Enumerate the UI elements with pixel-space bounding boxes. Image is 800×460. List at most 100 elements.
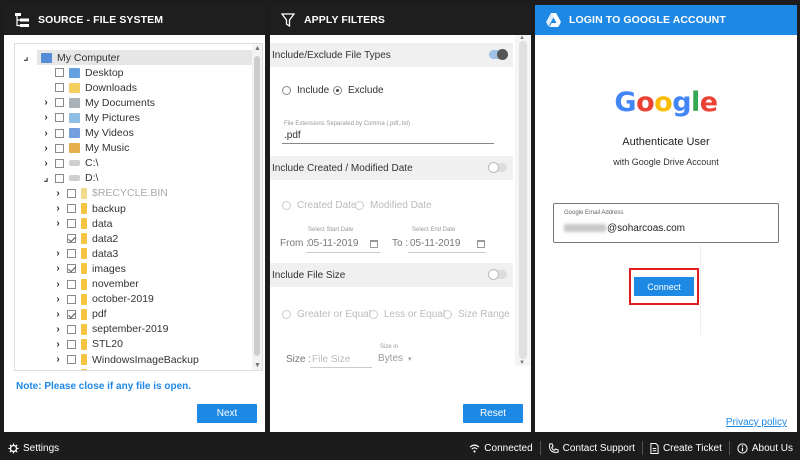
chevron-down-icon[interactable]: ▾ — [408, 355, 412, 363]
create-ticket-item[interactable]: Create Ticket — [641, 441, 729, 455]
checkbox[interactable] — [55, 83, 64, 93]
checkbox[interactable] — [67, 234, 76, 244]
checkbox[interactable] — [67, 309, 76, 319]
calendar-icon[interactable] — [477, 240, 485, 248]
email-field[interactable]: Google Email Address @soharcoas.com — [553, 203, 779, 243]
created-date-radio[interactable]: Created Date — [282, 200, 356, 211]
collapse-arrow-icon[interactable]: ⌟ — [41, 173, 51, 184]
tree-item[interactable]: › $RECYCLE.BIN — [15, 186, 168, 201]
filters-panel-title: APPLY FILTERS — [304, 14, 386, 26]
expand-arrow-icon[interactable]: › — [53, 248, 63, 259]
from-date-input[interactable]: 05-11-2019 — [308, 238, 358, 249]
filters-scrollbar-thumb[interactable] — [519, 41, 527, 359]
email-field-value[interactable]: @soharcoas.com — [564, 223, 685, 234]
tree-item-label: My Documents — [85, 96, 156, 109]
tree-item[interactable]: ⌟ D:\ — [15, 171, 99, 186]
tree-item[interactable]: › pdf — [15, 307, 106, 322]
checkbox[interactable] — [67, 204, 76, 213]
reset-button[interactable]: Reset — [463, 404, 523, 423]
expand-arrow-icon[interactable]: › — [53, 354, 63, 365]
tree-item[interactable]: › data — [15, 216, 112, 231]
expand-arrow-icon[interactable]: › — [53, 279, 63, 290]
expand-arrow-icon[interactable]: › — [53, 203, 63, 214]
scroll-down-arrow-icon[interactable]: ▼ — [254, 362, 261, 369]
checkbox[interactable] — [67, 294, 76, 304]
expand-arrow-icon[interactable]: › — [41, 128, 51, 139]
expand-arrow-icon[interactable]: › — [41, 158, 51, 169]
size-range-radio[interactable]: Size Range — [443, 309, 510, 320]
greater-equal-radio[interactable]: Greater or Equal — [282, 309, 371, 320]
scroll-down-arrow-icon[interactable]: ▼ — [519, 360, 525, 366]
scroll-up-arrow-icon[interactable]: ▲ — [254, 45, 261, 52]
filters-scrollbar[interactable]: ▲ ▼ — [515, 35, 531, 366]
checkbox[interactable] — [67, 339, 76, 349]
checkbox[interactable] — [67, 264, 76, 274]
checkbox[interactable] — [55, 128, 64, 138]
email-domain: @soharcoas.com — [607, 223, 685, 234]
calendar-icon[interactable] — [370, 240, 378, 248]
file-types-toggle[interactable] — [489, 49, 508, 60]
checkbox[interactable] — [67, 324, 76, 334]
tree-item[interactable]: › october-2019 — [15, 292, 154, 307]
connect-button[interactable]: Connect — [634, 277, 694, 296]
tree-item[interactable]: › data3 — [15, 246, 118, 261]
expand-arrow-icon[interactable]: › — [53, 294, 63, 305]
expand-arrow-icon[interactable]: › — [53, 263, 63, 274]
tree-scrollbar-thumb[interactable] — [254, 56, 260, 356]
extensions-input[interactable]: .pdf — [284, 130, 301, 141]
checkbox[interactable] — [67, 188, 76, 198]
expand-arrow-icon[interactable]: › — [53, 369, 63, 370]
checkbox[interactable] — [55, 173, 64, 183]
tree-scrollbar[interactable]: ▲ ▼ — [252, 44, 262, 370]
exclude-radio[interactable]: Exclude — [333, 85, 384, 96]
from-date-underline — [306, 252, 380, 253]
tree-item[interactable]: › backup — [15, 201, 126, 216]
tree-item[interactable]: Desktop — [15, 65, 124, 80]
expand-arrow-icon[interactable]: › — [41, 97, 51, 108]
checkbox[interactable] — [55, 98, 64, 108]
tree-item[interactable]: › My Videos — [15, 126, 134, 141]
less-equal-radio[interactable]: Less or Equal — [369, 309, 445, 320]
tree-item[interactable]: › My Pictures — [15, 110, 140, 125]
expand-arrow-icon[interactable]: › — [53, 218, 63, 229]
tree-item[interactable]: › STL20 — [15, 337, 123, 352]
tree-item[interactable]: › C:\ — [15, 156, 98, 171]
tree-item[interactable]: data2 — [15, 231, 118, 246]
checkbox[interactable] — [67, 355, 76, 364]
include-radio[interactable]: Include — [282, 85, 329, 96]
collapse-arrow-icon[interactable]: ⌟ — [21, 52, 31, 63]
tree-item[interactable]: ⌟ My Computer — [24, 50, 252, 65]
tree-item[interactable]: › My Documents — [15, 95, 155, 110]
expand-arrow-icon[interactable]: › — [53, 339, 63, 350]
contact-support-item[interactable]: Contact Support — [539, 441, 642, 455]
tree-item[interactable]: › november — [15, 277, 138, 292]
tree-item[interactable]: › september-2019 — [15, 322, 168, 337]
tree-item[interactable]: › WindowsImageBackup — [15, 352, 198, 367]
size-unit-select[interactable]: Bytes — [378, 353, 403, 364]
checkbox[interactable] — [55, 143, 64, 153]
to-date-input[interactable]: 05-11-2019 — [410, 238, 460, 249]
size-input[interactable]: File Size — [312, 354, 350, 365]
checkbox[interactable] — [67, 219, 76, 229]
privacy-policy-link[interactable]: Privacy policy — [726, 417, 787, 428]
tree-item[interactable]: Downloads — [15, 80, 137, 95]
expand-arrow-icon[interactable]: › — [53, 188, 63, 199]
size-toggle[interactable] — [488, 269, 507, 280]
tree-item[interactable]: › images — [15, 261, 126, 276]
date-toggle[interactable] — [488, 162, 507, 173]
checkbox[interactable] — [67, 279, 76, 289]
next-button[interactable]: Next — [197, 404, 257, 423]
checkbox[interactable] — [55, 158, 64, 168]
tree-item[interactable]: › Fi... — [15, 367, 110, 370]
expand-arrow-icon[interactable]: › — [53, 324, 63, 335]
expand-arrow-icon[interactable]: › — [53, 309, 63, 320]
tree-item[interactable]: › My Music — [15, 141, 129, 156]
settings-item[interactable]: Settings — [8, 443, 59, 454]
expand-arrow-icon[interactable]: › — [41, 112, 51, 123]
about-us-item[interactable]: About Us — [728, 441, 800, 455]
checkbox[interactable] — [67, 249, 76, 259]
modified-date-radio[interactable]: Modified Date — [355, 200, 432, 211]
checkbox[interactable] — [55, 113, 64, 123]
expand-arrow-icon[interactable]: › — [41, 143, 51, 154]
checkbox[interactable] — [55, 68, 64, 78]
